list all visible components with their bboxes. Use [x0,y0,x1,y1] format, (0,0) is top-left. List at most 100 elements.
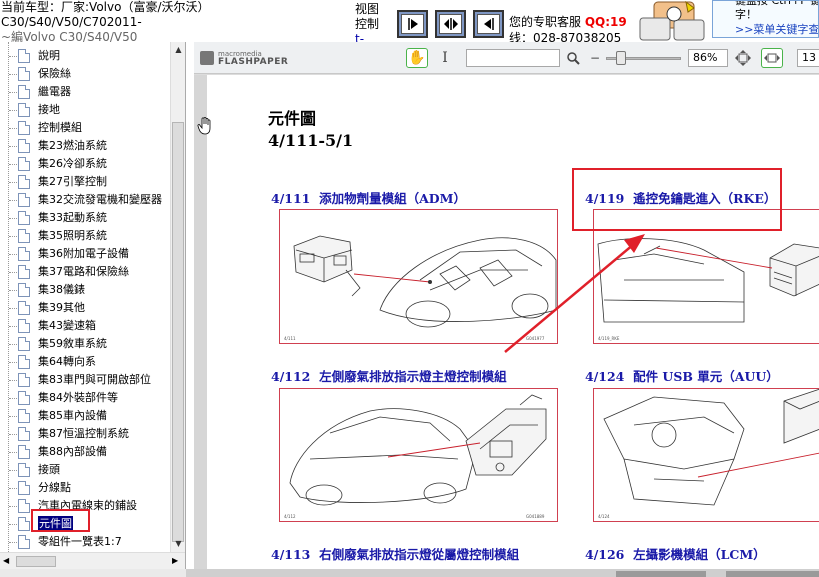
prev-page-button[interactable] [473,10,504,38]
zoom-slider-thumb[interactable] [616,51,626,65]
fit-height-button[interactable] [732,48,754,68]
tree-item-label: 集87恒溫控制系統 [38,427,129,440]
tree-item[interactable]: 集83車門與可開啟部位 [0,371,170,389]
tree-item-label: 集39其他 [38,301,85,314]
section-label: 配件 USB 單元（AUU） [633,369,779,384]
minus-icon: − [589,51,601,65]
component-tree: 說明保險絲繼電器 接地 控制模組 集23燃油系統集26冷卻系統 集27引擎控制集32交流… [0,42,186,569]
tree-item[interactable]: 集37電路和保險絲 [0,263,170,281]
scroll-right-icon[interactable]: ▶ [172,556,178,565]
fit-height-icon [735,50,751,66]
document-icon [18,247,30,261]
section-label: 添加物劑量模組（ADM） [319,191,466,206]
tip-line-2: 字！ [735,8,757,21]
fit-width-button[interactable] [761,48,783,68]
document-subtitle: 4/111-5/1 [268,131,354,150]
document-title: 元件圖 [268,109,317,128]
next-page-button[interactable] [397,10,428,38]
section-title-4-113: 4/113 右側廢氣排放指示燈從屬燈控制模組 [271,544,519,563]
figure-tag: G041889 [526,514,545,519]
scroll-left-icon[interactable]: ◀ [3,556,9,565]
scroll-down-icon[interactable]: ▼ [173,538,184,549]
mascot-icon [639,0,705,41]
tree-item[interactable]: 接頭 [0,461,170,479]
view-control[interactable]: 视图 控制 t- [355,2,379,47]
section-label: 左側廢氣排放指示燈主燈控制模組 [319,369,507,384]
tree-scroll-thumb[interactable] [172,122,184,542]
tree-item[interactable]: 集26冷卻系統 [0,155,170,173]
tree-item[interactable]: 集88內部設備 [0,443,170,461]
page-number-field[interactable]: 13 [797,49,819,67]
tree-item[interactable]: 集39其他 [0,299,170,317]
tree-hscroll-thumb[interactable] [16,556,56,567]
tree-item[interactable]: 集84外裝部件等 [0,389,170,407]
zoom-level-field[interactable]: 86% [688,49,728,67]
section-label: 右側廢氣排放指示燈從屬燈控制模組 [319,547,520,562]
figure-tag: 4/119_RKE [598,336,620,341]
support-qq[interactable]: QQ:19 [585,15,627,29]
tree-item-label: 集26冷卻系統 [38,157,107,170]
fit-page-button[interactable] [435,10,466,38]
tree-item[interactable]: 集36附加電子設備 [0,245,170,263]
car-line-2: C30/S40/V50/C702011- [1,15,142,29]
tree-item[interactable]: 集87恒溫控制系統 [0,425,170,443]
top-bar: 当前车型：厂家:Volvo（富豪/沃尔沃） C30/S40/V50/C70201… [0,0,819,46]
tree-item[interactable]: 集85車內設備 [0,407,170,425]
tree-item-label: 集36附加電子設備 [38,247,129,260]
tree-item[interactable]: 控制模組 [0,119,170,137]
section-code: 4/113 [271,547,311,562]
tree-item[interactable]: 保險絲 [0,65,170,83]
tree-item[interactable]: 接地 [0,101,170,119]
figure-tag: 4/124 [598,514,610,519]
tree-item[interactable]: 集23燃油系統 [0,137,170,155]
car-info: 当前车型：厂家:Volvo（富豪/沃尔沃） C30/S40/V50/C70201… [0,0,352,42]
car-line-1: 当前车型：厂家:Volvo（富豪/沃尔沃） [1,0,210,14]
document-icon [18,301,30,315]
text-select-tool-button[interactable]: I [434,48,456,68]
selected-item-highlight [31,509,90,532]
tree-item[interactable]: 集64轉向系 [0,353,170,371]
tree-item-label: 集35照明系統 [38,229,107,242]
document-icon [18,211,30,225]
tree-item[interactable]: 集27引擎控制 [0,173,170,191]
left-emission-module-illustration [289,394,547,506]
tree-item[interactable]: 說明 [0,47,170,65]
document-icon [18,337,30,351]
prev-page-icon [477,14,500,34]
tree-item[interactable]: 集35照明系統 [0,227,170,245]
rke-highlight-box [572,168,782,231]
taskbar-item[interactable] [726,571,819,577]
tree-item-label: 集64轉向系 [38,355,96,368]
search-button[interactable] [562,48,584,68]
tree-item[interactable]: 分線點 [0,479,170,497]
usb-unit-illustration [603,389,819,506]
tree-item-label: 集59敘車系統 [38,337,107,350]
tree-item[interactable]: 集59敘車系統 [0,335,170,353]
tree-item[interactable]: 集43變速箱 [0,317,170,335]
taskbar-item[interactable] [616,571,706,577]
document-icon [18,481,30,495]
tree-item[interactable]: 集38儀錶 [0,281,170,299]
tree-item[interactable]: 集33起動系統 [0,209,170,227]
tip-link[interactable]: >>菜单关键字查 [735,23,818,37]
view-control-line-2: 控制 [355,17,380,31]
tree-item-label: 集27引擎控制 [38,175,107,188]
tree-item[interactable]: 零組件一覽表1:7 [0,533,170,551]
document-icon [18,67,30,81]
section-code: 4/112 [271,369,311,384]
tree-item-label: 集33起動系統 [38,211,107,224]
section-code: 4/126 [585,547,625,562]
search-input[interactable] [466,49,560,67]
tree-item-label: 保險絲 [38,67,71,80]
document-icon [18,103,30,117]
tree-item[interactable]: 集32交流發電機和變壓器 [0,191,170,209]
scroll-up-icon[interactable]: ▲ [173,44,184,55]
zoom-out-button[interactable]: − [584,48,606,68]
document-icon [18,139,30,153]
tree-horizontal-scrollbar[interactable]: ◀ ▶ [0,552,185,569]
tree-item-label: 集38儀錶 [38,283,85,296]
tree-item[interactable]: 繼電器 [0,83,170,101]
fit-page-icon [439,14,462,34]
tree-vertical-scrollbar[interactable]: ▲ ▼ [170,42,185,552]
hand-tool-button[interactable]: ✋ [406,48,428,68]
